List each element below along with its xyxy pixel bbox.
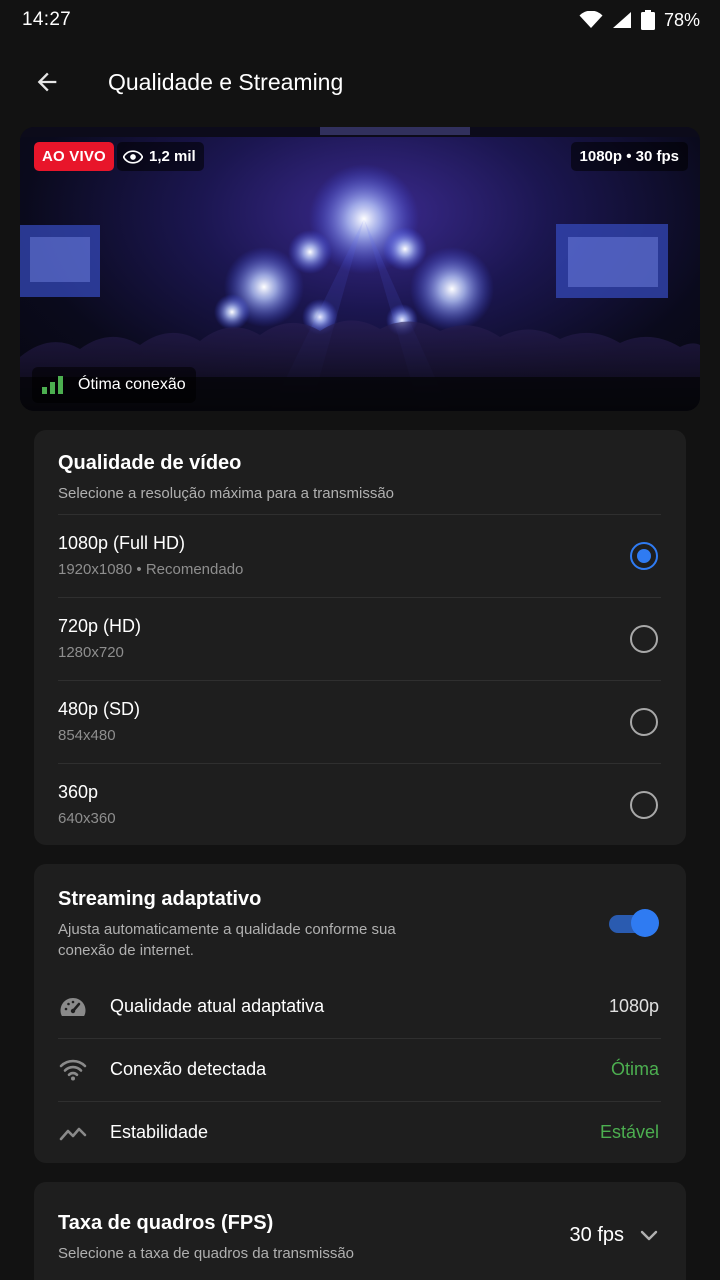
- adaptive-streaming-toggle[interactable]: [609, 909, 659, 937]
- status-bar: 14:27 78%: [0, 0, 720, 40]
- adaptive-streaming-title: Streaming adaptativo: [58, 888, 262, 910]
- row-label: Qualidade atual adaptativa: [110, 996, 325, 1016]
- adaptive-streaming-header: Streaming adaptativo Ajusta automaticame…: [58, 888, 418, 961]
- video-quality-header: Qualidade de vídeo Selecione a resolução…: [58, 452, 394, 504]
- quality-option-480p[interactable]: 480p (SD) 854x480: [58, 680, 661, 763]
- radio-unselected-icon[interactable]: [630, 625, 658, 653]
- eye-icon: [123, 149, 143, 164]
- cell-signal-icon: [612, 12, 631, 28]
- row-value: Ótima: [610, 1059, 659, 1079]
- radio-selected-icon[interactable]: [630, 542, 658, 570]
- row-value: 1080p: [608, 996, 659, 1016]
- row-adaptive-quality: Qualidade atual adaptativa 1080p: [58, 976, 661, 1039]
- connection-label: Ótima conexão: [78, 376, 186, 393]
- radio-unselected-icon[interactable]: [630, 791, 658, 819]
- wifi-signal-icon: [579, 11, 603, 28]
- battery-icon: [640, 10, 655, 30]
- fps-header: Taxa de quadros (FPS) Selecione a taxa d…: [58, 1212, 354, 1264]
- wifi-icon: [58, 1056, 88, 1084]
- quality-option-1080p[interactable]: 1080p (Full HD) 1920x1080 • Recomendado: [58, 514, 661, 597]
- fps-dropdown[interactable]: 30 fps: [570, 1224, 658, 1247]
- video-quality-title: Qualidade de vídeo: [58, 452, 242, 474]
- app-bar: Qualidade e Streaming: [0, 52, 720, 112]
- adaptive-streaming-subtitle: Ajusta automaticamente a qualidade confo…: [58, 921, 396, 959]
- toggle-thumb: [631, 909, 659, 937]
- quality-option-720p[interactable]: 720p (HD) 1280x720: [58, 597, 661, 680]
- quality-option-desc: 1920x1080 • Recomendado: [58, 561, 244, 578]
- video-quality-card: Qualidade de vídeo Selecione a resolução…: [34, 430, 686, 845]
- video-quality-subtitle: Selecione a resolução máxima para a tran…: [58, 485, 394, 502]
- quality-option-desc: 854x480: [58, 727, 116, 744]
- row-label: Estabilidade: [110, 1122, 209, 1142]
- signal-bars-icon: [42, 376, 63, 394]
- arrow-back-icon: [37, 72, 57, 92]
- back-button[interactable]: [0, 52, 96, 112]
- quality-option-name: 720p (HD): [58, 616, 142, 636]
- row-value: Estável: [599, 1122, 659, 1142]
- fps-value: 30 fps: [569, 1224, 624, 1246]
- chevron-down-icon: [640, 1230, 658, 1240]
- viewers-badge: 1,2 mil: [117, 142, 204, 171]
- page-title: Qualidade e Streaming: [108, 68, 344, 95]
- adaptive-streaming-card: Streaming adaptativo Ajusta automaticame…: [34, 864, 686, 1163]
- quality-option-name: 1080p (Full HD): [58, 533, 186, 553]
- row-label: Conexão detectada: [110, 1059, 267, 1079]
- row-stability: Estabilidade Estável: [58, 1101, 661, 1164]
- fps-title: Taxa de quadros (FPS): [58, 1212, 274, 1234]
- trending-icon: [58, 1119, 88, 1147]
- quality-option-name: 480p (SD): [58, 699, 141, 719]
- quality-option-name: 360p: [58, 782, 99, 802]
- radio-unselected-icon[interactable]: [630, 708, 658, 736]
- connection-indicator: Ótima conexão: [32, 367, 196, 403]
- live-preview[interactable]: AO VIVO 1,2 mil 1080p • 30 fps Ótima con…: [20, 127, 700, 411]
- status-time: 14:27: [22, 9, 72, 30]
- live-badge: AO VIVO: [34, 142, 114, 171]
- quality-option-desc: 640x360: [58, 810, 116, 827]
- fps-subtitle: Selecione a taxa de quadros da transmiss…: [58, 1245, 355, 1262]
- resolution-badge: 1080p • 30 fps: [570, 142, 688, 171]
- viewers-count: 1,2 mil: [149, 148, 196, 165]
- quality-option-360p[interactable]: 360p 640x360: [58, 763, 661, 846]
- quality-option-desc: 1280x720: [58, 644, 124, 661]
- status-icons: 78%: [579, 10, 700, 31]
- speedometer-icon: [58, 993, 88, 1021]
- battery-percent: 78%: [663, 9, 700, 30]
- fps-card: Taxa de quadros (FPS) Selecione a taxa d…: [34, 1182, 686, 1280]
- row-connection-detected: Conexão detectada Ótima: [58, 1038, 661, 1101]
